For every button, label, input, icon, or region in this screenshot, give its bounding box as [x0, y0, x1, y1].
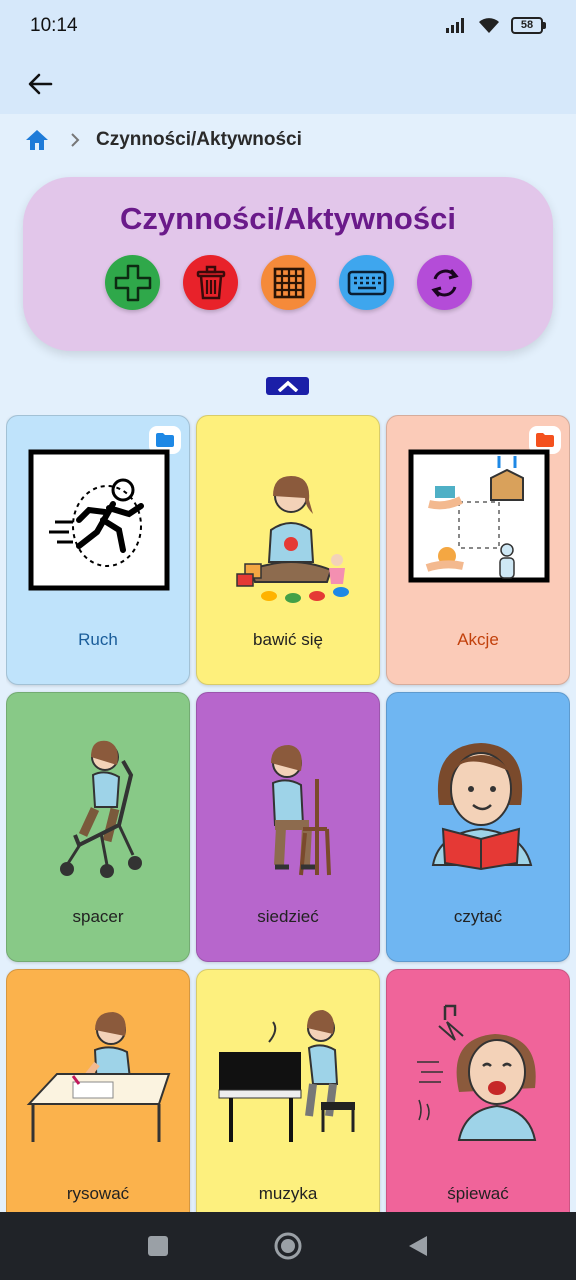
actions-icon	[408, 449, 550, 583]
circle-icon	[274, 1232, 302, 1260]
home-icon[interactable]	[24, 127, 50, 153]
sitting-on-chair-icon	[271, 745, 331, 876]
square-icon	[148, 1236, 168, 1256]
status-time: 10:14	[30, 15, 78, 36]
tile-akcje[interactable]: Akcje	[386, 415, 570, 685]
tile-ruch[interactable]: Ruch	[6, 415, 190, 685]
page-title: Czynności/Aktywności	[120, 201, 456, 236]
status-bar: 10:14 58	[0, 0, 576, 54]
drawing-icon	[26, 1012, 171, 1142]
tile-label: spacer	[72, 907, 124, 926]
tile-label: czytać	[453, 907, 503, 926]
triangle-back-icon	[409, 1236, 427, 1256]
refresh-icon	[430, 268, 459, 297]
reading-book-icon	[431, 743, 533, 871]
tile-label: śpiewać	[447, 1184, 509, 1203]
back-button[interactable]	[22, 66, 58, 102]
piano-music-icon	[218, 1010, 355, 1142]
tile-czytac[interactable]: czytać	[386, 692, 570, 962]
running-person-icon	[28, 449, 170, 591]
wifi-icon	[479, 18, 499, 33]
tile-label: muzyka	[258, 1184, 318, 1203]
battery-level: 58	[511, 16, 543, 34]
symbol-grid: Ruch bawić się Akcje spacer siedzieć czy…	[6, 415, 570, 1212]
chevron-up-icon	[277, 380, 298, 392]
chevron-right-icon	[70, 132, 80, 148]
delete-button[interactable]	[183, 255, 238, 310]
keyboard-button[interactable]	[339, 255, 394, 310]
keyboard-icon	[347, 270, 386, 295]
recents-button[interactable]	[138, 1226, 178, 1266]
tile-bawic-sie[interactable]: bawić się	[196, 415, 380, 685]
arrow-left-icon	[28, 73, 53, 95]
breadcrumb-current[interactable]: Czynności/Aktywności	[96, 129, 302, 151]
tile-rysowac[interactable]: rysować	[6, 969, 190, 1212]
tile-label: rysować	[66, 1184, 130, 1203]
tile-siedziec[interactable]: siedzieć	[196, 692, 380, 962]
tile-label: bawić się	[253, 630, 323, 649]
system-nav-bar	[0, 1212, 576, 1280]
status-icons: 58	[445, 16, 546, 34]
collapse-button[interactable]	[266, 377, 309, 395]
tile-muzyka[interactable]: muzyka	[196, 969, 380, 1212]
battery-icon: 58	[511, 16, 546, 34]
plus-icon	[114, 264, 151, 301]
breadcrumb: Czynności/Aktywności	[24, 124, 302, 156]
tile-label: siedzieć	[257, 907, 319, 926]
tile-spacer[interactable]: spacer	[6, 692, 190, 962]
app-bar	[0, 54, 576, 114]
category-header: Czynności/Aktywności	[23, 177, 553, 351]
trash-icon	[196, 265, 225, 299]
back-nav-button[interactable]	[398, 1226, 438, 1266]
home-button[interactable]	[268, 1226, 308, 1266]
singing-icon	[417, 1004, 537, 1141]
stroller-walk-icon	[60, 740, 142, 878]
tile-label: Ruch	[78, 630, 118, 649]
tile-label: Akcje	[457, 630, 499, 649]
add-button[interactable]	[105, 255, 160, 310]
action-toolbar	[105, 255, 472, 310]
signal-icon	[446, 18, 464, 33]
refresh-button[interactable]	[417, 255, 472, 310]
grid-icon	[273, 267, 304, 298]
tile-spiewac[interactable]: śpiewać	[386, 969, 570, 1212]
playing-with-toys-icon	[236, 476, 349, 603]
grid-button[interactable]	[261, 255, 316, 310]
